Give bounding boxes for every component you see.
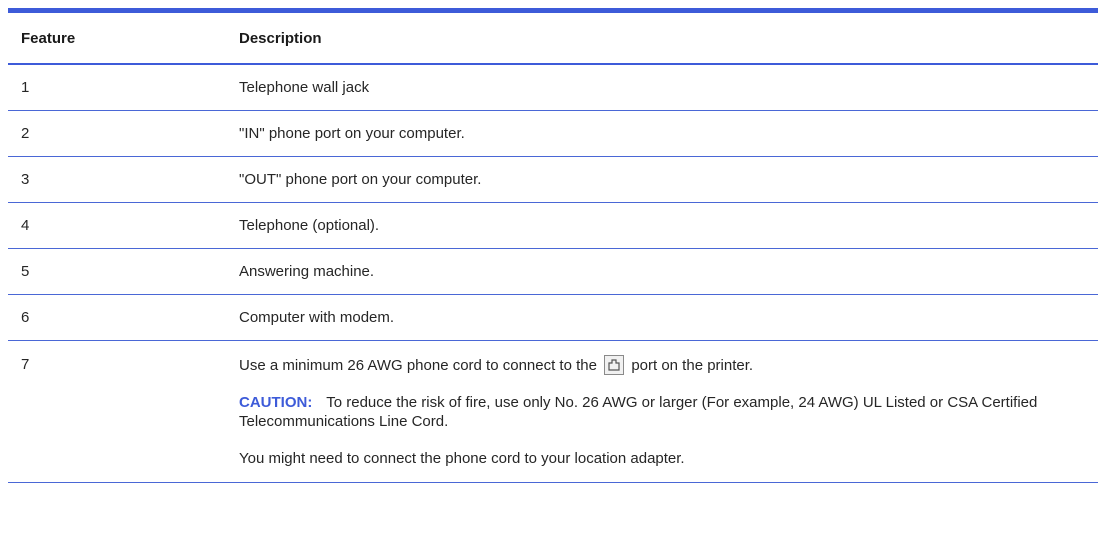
adapter-note: You might need to connect the phone cord… — [239, 450, 685, 467]
feature-description: Telephone wall jack — [239, 79, 370, 96]
feature-description: Telephone (optional). — [239, 217, 380, 234]
feature-number: 1 — [21, 79, 30, 96]
feature-table: Feature Description 1 Telephone wall jac… — [8, 8, 1098, 483]
header-description: Description — [239, 29, 322, 47]
table-row: 3 "OUT" phone port on your computer. — [8, 157, 1098, 203]
instruction-text-end: port on the printer. — [631, 357, 754, 374]
table-row: 1 Telephone wall jack — [8, 65, 1098, 111]
table-row: 4 Telephone (optional). — [8, 203, 1098, 249]
feature-description: "OUT" phone port on your computer. — [239, 171, 482, 188]
table-row: 7 Use a minimum 26 AWG phone cord to con… — [8, 341, 1098, 483]
table-row: 5 Answering machine. — [8, 249, 1098, 295]
phone-port-icon — [604, 355, 625, 375]
feature-number: 6 — [21, 309, 30, 326]
feature-number: 5 — [21, 263, 30, 280]
table-row: 2 "IN" phone port on your computer. — [8, 111, 1098, 157]
caution-label: CAUTION: — [239, 394, 313, 411]
feature-description: Use a minimum 26 AWG phone cord to conne… — [239, 355, 1098, 468]
table-header-row: Feature Description — [8, 13, 1098, 65]
feature-description: Computer with modem. — [239, 309, 395, 326]
table-row: 6 Computer with modem. — [8, 295, 1098, 341]
feature-number: 4 — [21, 217, 30, 234]
feature-number: 3 — [21, 171, 30, 188]
feature-number: 7 — [21, 356, 30, 373]
header-feature: Feature — [21, 29, 76, 47]
instruction-text: Use a minimum 26 AWG phone cord to conne… — [239, 355, 1088, 375]
feature-number: 2 — [21, 125, 30, 142]
instruction-text-start: Use a minimum 26 AWG phone cord to conne… — [239, 357, 597, 374]
caution-note: CAUTION: To reduce the risk of fire, use… — [239, 393, 1088, 431]
feature-description: Answering machine. — [239, 263, 375, 280]
caution-text: To reduce the risk of fire, use only No.… — [239, 394, 1038, 430]
feature-description: "IN" phone port on your computer. — [239, 125, 465, 142]
